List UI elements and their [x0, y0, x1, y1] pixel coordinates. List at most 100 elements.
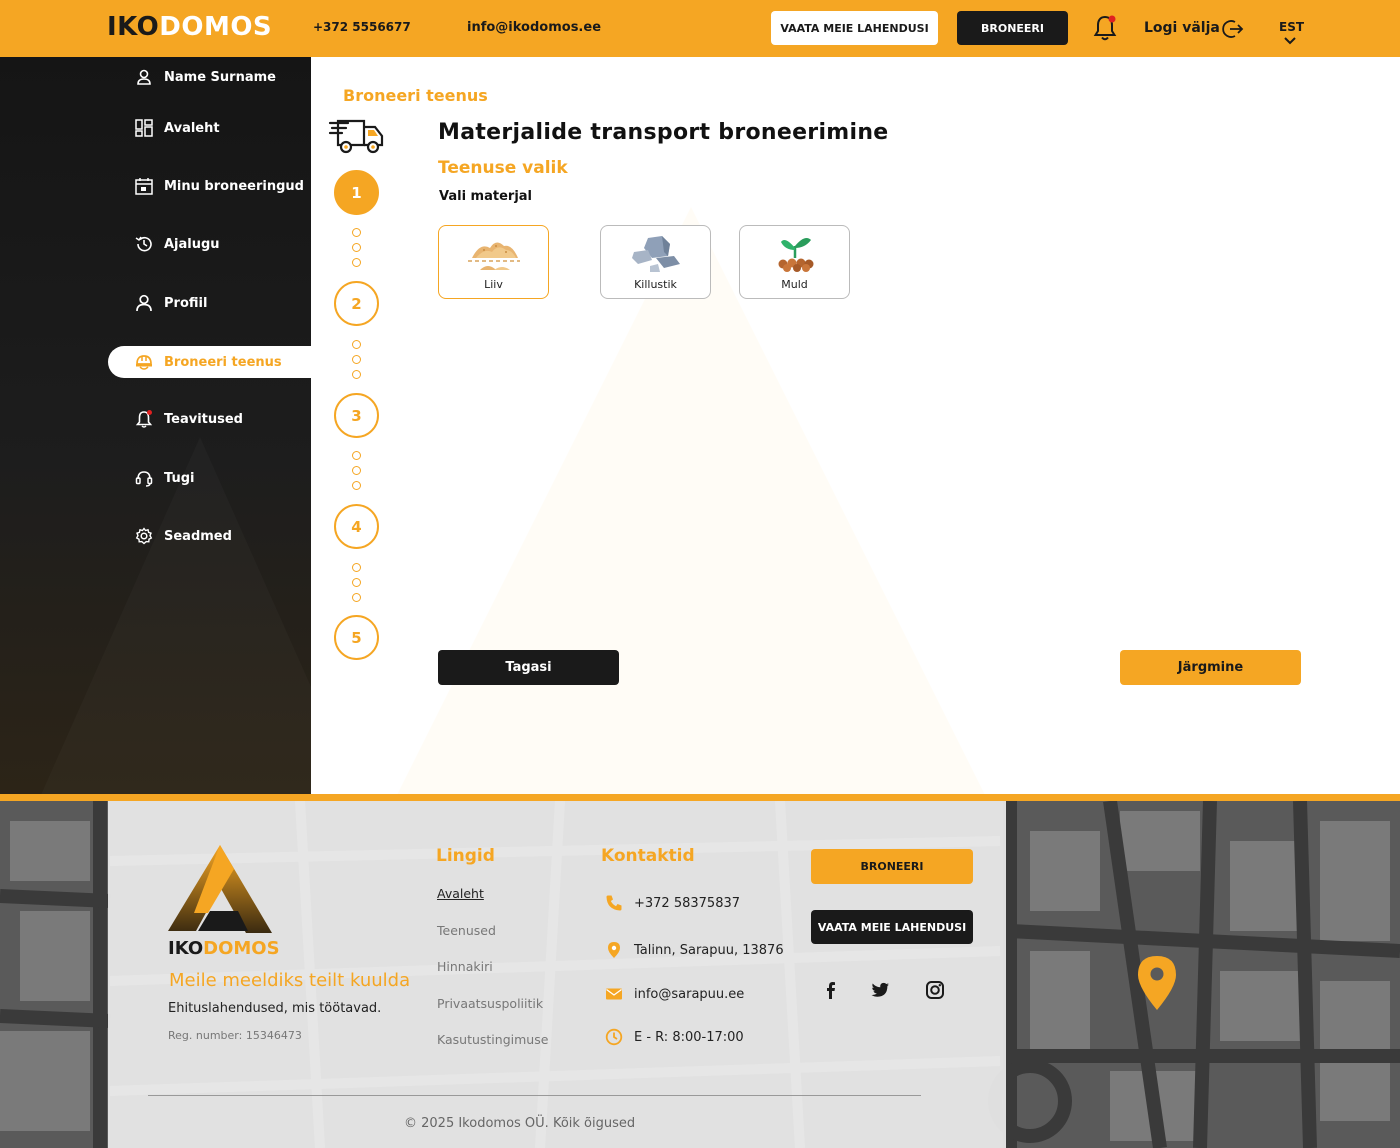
- sidebar-item-settings[interactable]: Seadmed: [108, 520, 232, 552]
- footer-book-button[interactable]: BRONEERI: [811, 849, 973, 884]
- sidebar-item-label: Name Surname: [164, 69, 276, 85]
- logout-icon[interactable]: [1222, 18, 1244, 40]
- header-email[interactable]: info@ikodomos.ee: [467, 20, 601, 35]
- history-icon: [134, 234, 154, 254]
- material-card-soil[interactable]: Muld: [739, 225, 850, 299]
- footer-contact-address[interactable]: Talinn, Sarapuu, 13876: [605, 941, 784, 959]
- material-card-gravel[interactable]: Killustik: [600, 225, 711, 299]
- step-connector-dot: [352, 228, 361, 237]
- footer-reg-number: Reg. number: 15346473: [168, 1029, 302, 1042]
- material-picker-label: Vali materjal: [439, 189, 533, 204]
- user-icon: [134, 67, 154, 87]
- footer-contact-hours: E - R: 8:00-17:00: [605, 1028, 744, 1046]
- gear-icon: [134, 526, 154, 546]
- sidebar-item-profile[interactable]: Profiil: [108, 287, 207, 319]
- footer-tagline: Ehituslahendused, mis töötavad.: [168, 1001, 382, 1016]
- back-button[interactable]: Tagasi: [438, 650, 619, 685]
- mail-icon: [605, 985, 623, 1003]
- material-card-sand[interactable]: Liiv: [438, 225, 549, 299]
- sidebar-item-label: Teavitused: [164, 411, 243, 427]
- step-connector-dot: [352, 563, 361, 572]
- step-5[interactable]: 5: [334, 615, 379, 660]
- gravel-stones-icon: [632, 236, 680, 272]
- profile-icon: [134, 293, 154, 313]
- sidebar-item-label: Tugi: [164, 470, 195, 486]
- book-button[interactable]: BRONEERI: [957, 11, 1068, 45]
- location-icon: [605, 941, 623, 959]
- sidebar-item-label: Minu broneeringud: [164, 178, 304, 194]
- sidebar-item-label: Ajalugu: [164, 236, 220, 252]
- material-card-label: Killustik: [634, 278, 677, 291]
- material-card-label: Muld: [781, 278, 808, 291]
- step-connector-dot: [352, 578, 361, 587]
- language-selector[interactable]: EST: [1279, 20, 1304, 34]
- footer-links-title: Lingid: [436, 846, 495, 866]
- logout-link[interactable]: Logi välja: [1144, 20, 1220, 36]
- footer-link-pricing[interactable]: Hinnakiri: [437, 959, 493, 974]
- map-pin-icon: [1138, 956, 1176, 1010]
- sidebar-item-history[interactable]: Ajalugu: [108, 228, 220, 260]
- section-subtitle: Teenuse valik: [438, 158, 568, 178]
- sidebar-item-user[interactable]: Name Surname: [108, 61, 276, 93]
- footer-contact-email[interactable]: info@sarapuu.ee: [605, 985, 744, 1003]
- soil-sprout-icon: [778, 238, 814, 272]
- sidebar-item-book-service[interactable]: Broneeri teenus: [108, 346, 311, 378]
- footer-view-solutions-button[interactable]: VAATA MEIE LAHENDUSI: [811, 910, 973, 944]
- footer-link-privacy[interactable]: Privaatsuspoliitik: [437, 996, 543, 1011]
- view-solutions-button[interactable]: VAATA MEIE LAHENDUSI: [771, 11, 938, 45]
- footer-link-home[interactable]: Avaleht: [437, 886, 484, 901]
- breadcrumb[interactable]: Broneeri teenus: [343, 86, 488, 105]
- step-2[interactable]: 2: [334, 281, 379, 326]
- instagram-icon[interactable]: [925, 980, 945, 1000]
- twitter-icon[interactable]: [870, 980, 890, 1000]
- top-header: IKODOMOS +372 5556677 info@ikodomos.ee V…: [0, 0, 1400, 57]
- sidebar-item-label: Seadmed: [164, 528, 232, 544]
- chevron-down-icon[interactable]: [1283, 36, 1297, 46]
- headset-icon: [134, 468, 154, 488]
- step-connector-dot: [352, 370, 361, 379]
- footer-link-terms[interactable]: Kasutustingimuse: [437, 1032, 548, 1047]
- step-3[interactable]: 3: [334, 393, 379, 438]
- sand-pile-icon: [468, 242, 520, 270]
- footer-brand: IKODOMOS: [168, 938, 280, 959]
- sidebar-item-bookings[interactable]: Minu broneeringud: [108, 170, 304, 202]
- step-connector-dot: [352, 451, 361, 460]
- phone-icon: [605, 894, 623, 912]
- header-phone[interactable]: +372 5556677: [313, 20, 411, 34]
- sidebar-item-label: Avaleht: [164, 120, 220, 136]
- next-button[interactable]: Järgmine: [1120, 650, 1301, 685]
- sidebar-item-support[interactable]: Tugi: [108, 462, 194, 494]
- clock-icon: [605, 1028, 623, 1046]
- step-connector-dot: [352, 593, 361, 602]
- notification-bell-icon[interactable]: [1092, 14, 1118, 42]
- dashboard-icon: [134, 118, 154, 138]
- helmet-icon: [134, 352, 154, 372]
- footer-accent-line: [0, 794, 1400, 801]
- footer-divider: [148, 1095, 921, 1096]
- footer-copyright: © 2025 Ikodomos OÜ. Kõik õigused: [404, 1116, 636, 1131]
- sidebar-item-home[interactable]: Avaleht: [108, 112, 220, 144]
- step-1[interactable]: 1: [334, 170, 379, 215]
- step-connector-dot: [352, 481, 361, 490]
- calendar-icon: [134, 176, 154, 196]
- sidebar-item-label: Profiil: [164, 295, 208, 311]
- step-connector-dot: [352, 355, 361, 364]
- sidebar-item-notifications[interactable]: Teavitused: [108, 403, 243, 435]
- delivery-truck-icon: [328, 119, 384, 154]
- material-card-label: Liiv: [484, 278, 503, 291]
- step-connector-dot: [352, 340, 361, 349]
- footer-link-services[interactable]: Teenused: [437, 923, 496, 938]
- footer-contacts-title: Kontaktid: [601, 846, 695, 866]
- sidebar-item-label: Broneeri teenus: [164, 354, 282, 370]
- step-4[interactable]: 4: [334, 504, 379, 549]
- header-logo[interactable]: IKODOMOS: [107, 12, 272, 42]
- facebook-icon[interactable]: [821, 980, 841, 1000]
- bell-icon: [134, 409, 154, 429]
- footer-logo-mark: [168, 845, 272, 933]
- page-title: Materjalide transport broneerimine: [438, 120, 889, 145]
- footer-contact-phone[interactable]: +372 58375837: [605, 894, 740, 912]
- step-connector-dot: [352, 466, 361, 475]
- footer-slogan: Meile meeldiks teilt kuulda: [169, 970, 411, 991]
- step-connector-dot: [352, 258, 361, 267]
- step-connector-dot: [352, 243, 361, 252]
